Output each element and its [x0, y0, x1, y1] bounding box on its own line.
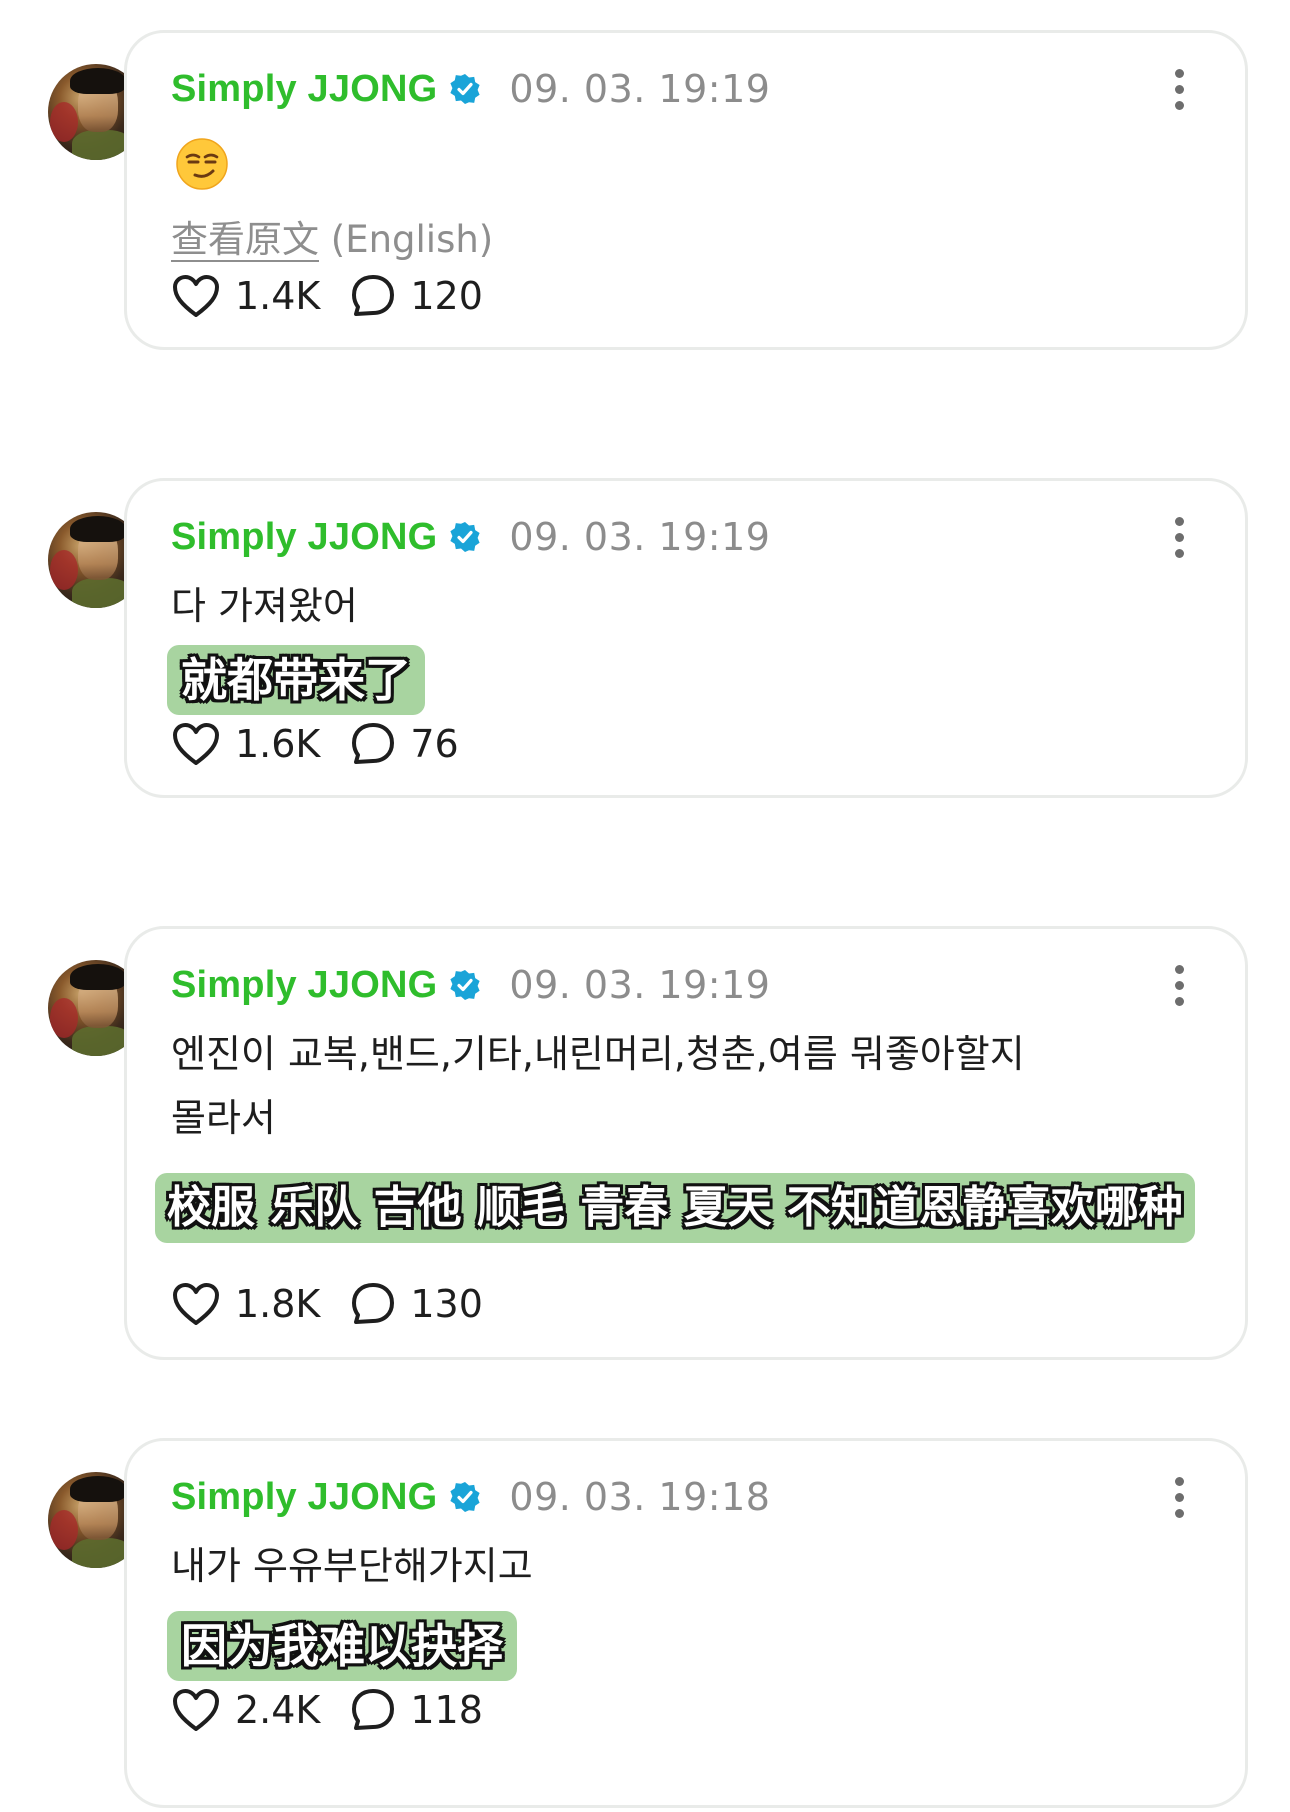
avatar-detail — [72, 578, 132, 608]
post-actions: 1.6K 76 — [171, 721, 459, 767]
post-text-line: 엔진이 교복,밴드,기타,내린머리,청춘,여름 뭐좋아할지 — [171, 1032, 1025, 1076]
reply-count: 120 — [410, 274, 483, 318]
post-time: 09. 03. 19:19 — [509, 67, 771, 111]
like-count: 2.4K — [235, 1688, 321, 1732]
reply-button[interactable]: 120 — [350, 273, 483, 319]
post-header: Simply JJONG 09. 03. 19:19 — [171, 67, 770, 111]
avatar-detail — [72, 130, 132, 160]
reply-button[interactable]: 130 — [350, 1281, 483, 1327]
post-card[interactable]: Simply JJONG 09. 03. 19:19 엔진이 교복,밴드,기타,… — [124, 926, 1248, 1360]
post-actions: 1.8K 130 — [171, 1281, 483, 1327]
avatar-detail — [50, 550, 78, 590]
verified-badge-icon — [450, 522, 480, 552]
avatar-detail — [50, 102, 78, 142]
post-header: Simply JJONG 09. 03. 19:18 — [171, 1475, 770, 1519]
post-text: 다 가져왔어 — [171, 584, 358, 628]
avatar-detail — [70, 68, 126, 94]
like-heart-icon[interactable] — [171, 273, 221, 319]
reply-count: 76 — [410, 722, 459, 766]
more-options-icon[interactable] — [1173, 965, 1185, 1007]
like-heart-icon[interactable] — [171, 1687, 221, 1733]
reply-bubble-icon — [352, 1689, 395, 1730]
post: Simply JJONG 09. 03. 19:18 내가 우유부단해가지고 因… — [0, 1438, 1290, 1808]
post-card[interactable]: Simply JJONG 09. 03. 19:19 다 가져왔어 就都带来了 … — [124, 478, 1248, 798]
more-options-icon[interactable] — [1173, 517, 1185, 559]
avatar-detail — [70, 1476, 126, 1502]
view-original-link[interactable]: 查看原文 — [171, 218, 319, 261]
smirking-face-emoji — [176, 138, 228, 190]
post: Simply JJONG 09. 03. 19:19 查看原文 (English… — [0, 30, 1290, 350]
author-name[interactable]: Simply JJONG — [171, 1476, 437, 1519]
reply-count: 130 — [410, 1282, 483, 1326]
subtitle-overlay: 因为我难以抉择 — [167, 1611, 517, 1681]
post-card[interactable]: Simply JJONG 09. 03. 19:19 查看原文 (English… — [124, 30, 1248, 350]
verified-badge-icon — [450, 1482, 480, 1512]
post-actions: 2.4K 118 — [171, 1687, 483, 1733]
author-name[interactable]: Simply JJONG — [171, 964, 437, 1007]
verified-badge-icon — [450, 970, 480, 1000]
like-heart-icon[interactable] — [171, 721, 221, 767]
post-card[interactable]: Simply JJONG 09. 03. 19:18 내가 우유부단해가지고 因… — [124, 1438, 1248, 1808]
reply-button[interactable]: 76 — [350, 721, 459, 767]
reply-bubble-icon — [352, 1283, 395, 1324]
translation-toggle[interactable]: 查看原文 (English) — [171, 209, 493, 263]
subtitle-overlay: 校服 乐队 吉他 顺毛 青春 夏天 不知道恩静喜欢哪种 — [155, 1173, 1195, 1243]
post-text-line: 몰라서 — [171, 1096, 276, 1140]
post: Simply JJONG 09. 03. 19:19 다 가져왔어 就都带来了 … — [0, 478, 1290, 798]
post-text: 내가 우유부단해가지고 — [171, 1544, 533, 1588]
avatar-detail — [70, 964, 126, 990]
more-options-icon[interactable] — [1173, 69, 1185, 111]
avatar-detail — [50, 998, 78, 1038]
reply-button[interactable]: 118 — [350, 1687, 483, 1733]
post-time: 09. 03. 19:18 — [509, 1475, 771, 1519]
like-count: 1.8K — [235, 1282, 321, 1326]
reply-count: 118 — [410, 1688, 483, 1732]
author-name[interactable]: Simply JJONG — [171, 516, 437, 559]
more-options-icon[interactable] — [1173, 1477, 1185, 1519]
verified-badge-icon — [450, 74, 480, 104]
reply-bubble-icon — [352, 275, 395, 316]
post-header: Simply JJONG 09. 03. 19:19 — [171, 963, 770, 1007]
avatar-detail — [72, 1026, 132, 1056]
like-heart-icon[interactable] — [171, 1281, 221, 1327]
author-name[interactable]: Simply JJONG — [171, 68, 437, 111]
original-language-label: (English) — [330, 218, 494, 261]
avatar-detail — [50, 1510, 78, 1550]
post-time: 09. 03. 19:19 — [509, 963, 771, 1007]
post-header: Simply JJONG 09. 03. 19:19 — [171, 515, 770, 559]
avatar-detail — [72, 1538, 132, 1568]
post: Simply JJONG 09. 03. 19:19 엔진이 교복,밴드,기타,… — [0, 926, 1290, 1360]
like-count: 1.6K — [235, 722, 321, 766]
reply-bubble-icon — [352, 723, 395, 764]
post-actions: 1.4K 120 — [171, 273, 483, 319]
like-count: 1.4K — [235, 274, 321, 318]
subtitle-overlay: 就都带来了 — [167, 645, 425, 715]
avatar-detail — [70, 516, 126, 542]
post-time: 09. 03. 19:19 — [509, 515, 771, 559]
